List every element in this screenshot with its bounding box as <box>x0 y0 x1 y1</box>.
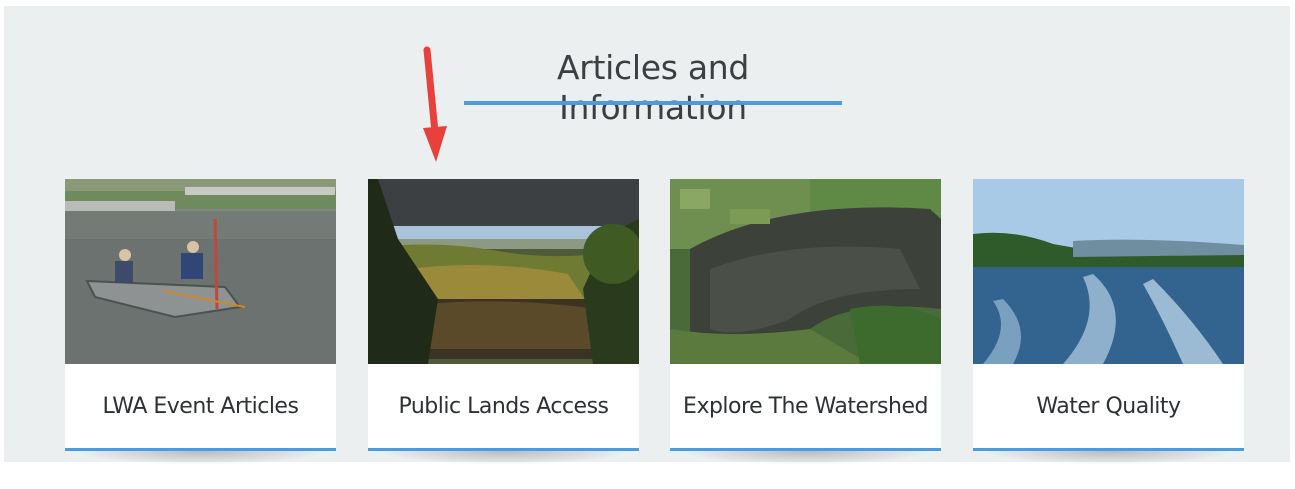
title-underline <box>464 101 842 105</box>
card-label[interactable]: LWA Event Articles <box>65 364 336 448</box>
lake-wake-photo <box>973 179 1244 364</box>
boat-on-lake-photo <box>65 179 336 364</box>
section-title: Articles and Information <box>556 48 750 127</box>
card-water-quality[interactable]: Water Quality <box>973 179 1244 465</box>
card-label[interactable]: Water Quality <box>973 364 1244 448</box>
card-label[interactable]: Public Lands Access <box>368 364 639 448</box>
card-explore-the-watershed[interactable]: Explore The Watershed <box>670 179 941 465</box>
card-lwa-event-articles[interactable]: LWA Event Articles <box>65 179 336 465</box>
red-arrow-icon <box>423 46 447 162</box>
section-header: Articles and Information <box>464 48 842 128</box>
card-public-lands-access[interactable]: Public Lands Access <box>368 179 639 465</box>
aerial-watershed-photo <box>670 179 941 364</box>
card-label[interactable]: Explore The Watershed <box>670 364 941 448</box>
forest-pond-photo <box>368 179 639 364</box>
